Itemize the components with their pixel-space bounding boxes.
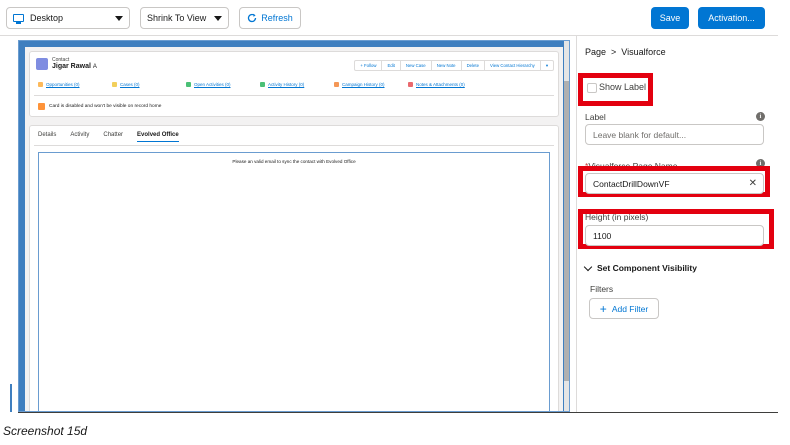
- add-filter-label: Add Filter: [611, 303, 649, 314]
- plus-icon: +: [599, 301, 607, 316]
- related-list-quick-links: Opportunities (0) Cases (0) Open Activit…: [38, 82, 478, 87]
- opportunity-icon: [38, 82, 43, 87]
- save-button[interactable]: Save: [651, 7, 689, 29]
- scrollbar-thumb[interactable]: [564, 81, 569, 381]
- breadcrumb: Page > Visualforce: [585, 47, 666, 57]
- divider: [34, 95, 554, 96]
- warning-icon: [38, 103, 45, 110]
- follow-button[interactable]: + Follow: [355, 61, 383, 70]
- canvas-scrollbar[interactable]: [564, 41, 569, 411]
- view-mode-value: Shrink To View: [147, 13, 207, 23]
- new-note-button[interactable]: New Note: [432, 61, 462, 70]
- related-link-opportunities[interactable]: Opportunities (0): [38, 82, 108, 87]
- task-icon: [260, 82, 265, 87]
- record-name: Jigar Rawal A: [52, 63, 97, 70]
- delete-button[interactable]: Delete: [462, 61, 485, 70]
- builder-toolbar: Desktop Shrink To View Refresh Save Acti…: [0, 0, 778, 36]
- show-label-checkbox[interactable]: [587, 83, 597, 93]
- new-case-button[interactable]: New Case: [401, 61, 432, 70]
- visualforce-component[interactable]: Please an valid email to sync the contac…: [38, 152, 550, 411]
- clear-icon[interactable]: ✕: [749, 178, 757, 189]
- tab-bar: Details Activity Chatter Evolved Office: [38, 132, 179, 142]
- tab-activity[interactable]: Activity: [70, 132, 89, 142]
- chevron-down-icon: [583, 262, 593, 271]
- canvas-content: Contact Jigar Rawal A + Follow Edit New …: [25, 47, 563, 411]
- view-mode-select[interactable]: Shrink To View: [140, 7, 229, 29]
- task-icon: [186, 82, 191, 87]
- edit-button[interactable]: Edit: [382, 61, 401, 70]
- screenshot-caption: Screenshot 15d: [3, 424, 88, 438]
- height-field-label: Height (in pixels): [585, 212, 649, 222]
- tabs-component[interactable]: Details Activity Chatter Evolved Office …: [29, 125, 559, 411]
- campaign-icon: [334, 82, 339, 87]
- height-input[interactable]: 1100: [585, 225, 764, 246]
- show-label-text: Show Label: [599, 82, 647, 92]
- refresh-button[interactable]: Refresh: [239, 7, 301, 29]
- card-disabled-notice: Card is disabled and won't be visible on…: [38, 103, 161, 110]
- refresh-icon: [248, 13, 257, 23]
- activation-button[interactable]: Activation...: [698, 7, 765, 29]
- visibility-label: Set Component Visibility: [597, 263, 697, 273]
- divider: [34, 145, 554, 146]
- desktop-icon: [13, 14, 24, 24]
- bottom-border: [18, 412, 778, 413]
- breadcrumb-page[interactable]: Page: [585, 47, 606, 57]
- related-link-cases[interactable]: Cases (0): [112, 82, 182, 87]
- related-link-open-activities[interactable]: Open Activities (0): [186, 82, 256, 87]
- more-actions-button[interactable]: ▾: [541, 61, 553, 70]
- contact-icon: [36, 58, 48, 70]
- label-field-label: Label: [585, 112, 606, 122]
- canvas-edge-marker: [10, 384, 12, 412]
- panel-divider: [576, 36, 577, 412]
- case-icon: [112, 82, 117, 87]
- label-input[interactable]: Leave blank for default...: [585, 124, 764, 145]
- tab-evolved-office[interactable]: Evolved Office: [137, 132, 179, 142]
- tab-details[interactable]: Details: [38, 132, 56, 142]
- page-canvas: Contact Jigar Rawal A + Follow Edit New …: [18, 40, 570, 412]
- device-select-value: Desktop: [30, 13, 64, 23]
- chevron-down-icon: [214, 16, 222, 21]
- breadcrumb-separator: >: [611, 47, 617, 57]
- record-action-bar: + Follow Edit New Case New Note Delete V…: [354, 60, 554, 71]
- device-select[interactable]: Desktop: [6, 7, 130, 29]
- vf-message: Please an valid email to sync the contac…: [232, 159, 356, 164]
- breadcrumb-current: Visualforce: [621, 47, 666, 57]
- view-hierarchy-button[interactable]: View Contact Hierarchy: [485, 61, 541, 70]
- filters-label: Filters: [590, 284, 614, 294]
- related-link-notes[interactable]: Notes & Attachments (0): [408, 82, 478, 87]
- component-visibility-toggle[interactable]: Set Component Visibility: [583, 262, 697, 273]
- record-header-card[interactable]: Contact Jigar Rawal A + Follow Edit New …: [29, 51, 559, 117]
- vf-page-name-value: ContactDrillDownVF: [593, 178, 670, 189]
- info-icon[interactable]: i: [756, 112, 765, 121]
- note-icon: [408, 82, 413, 87]
- tab-chatter[interactable]: Chatter: [103, 132, 123, 142]
- add-filter-button[interactable]: + Add Filter: [589, 298, 659, 319]
- refresh-label: Refresh: [261, 13, 293, 23]
- related-link-campaign-history[interactable]: Campaign History (0): [334, 82, 404, 87]
- related-link-activity-history[interactable]: Activity History (0): [260, 82, 330, 87]
- chevron-down-icon: [115, 16, 123, 21]
- vf-page-name-input[interactable]: ContactDrillDownVF ✕: [585, 173, 764, 194]
